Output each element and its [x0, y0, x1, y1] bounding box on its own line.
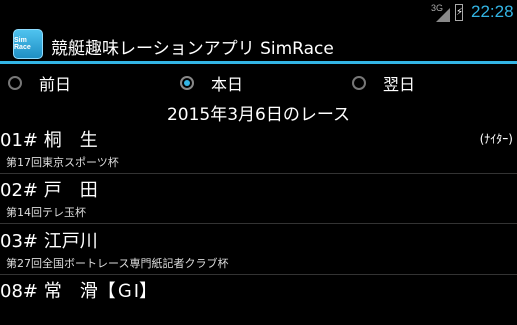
- race-list-item[interactable]: 02# 戸 田 第14回テレ玉杯: [0, 174, 517, 224]
- action-bar-divider: [0, 61, 517, 64]
- race-title: 03# 江戸川: [0, 231, 98, 252]
- date-heading: 2015年3月6日のレース: [166, 105, 351, 125]
- race-subtitle: 第17回東京スポーツ杯: [6, 156, 119, 169]
- race-title: 01# 桐 生: [0, 130, 98, 151]
- day-selector: [0, 66, 517, 100]
- app-icon-text: Sim Race: [14, 37, 31, 51]
- race-title: 02# 戸 田: [0, 180, 98, 201]
- race-list-item[interactable]: 03# 江戸川 第27回全国ボートレース専門紙記者クラブ杯: [0, 225, 517, 275]
- status-time: 22:28: [471, 2, 514, 21]
- radio-button-icon[interactable]: [352, 76, 366, 90]
- radio-button-checked-icon[interactable]: [180, 76, 194, 90]
- radio-label: 翌日: [383, 75, 416, 94]
- race-list-item[interactable]: 01# 桐 生 (ﾅｲﾀｰ) 第17回東京スポーツ杯: [0, 124, 517, 174]
- race-subtitle: 第14回テレ玉杯: [6, 206, 86, 219]
- radio-next-day[interactable]: 翌日: [352, 73, 416, 94]
- battery-icon: ⚡: [455, 4, 463, 21]
- race-list-item[interactable]: 08# 常 滑【ＧⅠ】: [0, 275, 517, 325]
- race-note: (ﾅｲﾀｰ): [479, 132, 513, 146]
- list-divider: [0, 223, 517, 224]
- radio-label: 前日: [39, 75, 72, 94]
- race-subtitle: 第27回全国ボートレース専門紙記者クラブ杯: [6, 257, 229, 270]
- app-icon[interactable]: Sim Race: [13, 29, 43, 59]
- race-title: 08# 常 滑【ＧⅠ】: [0, 281, 158, 302]
- radio-label: 本日: [211, 75, 244, 94]
- app-title: 競艇趣味レーションアプリ SimRace: [51, 39, 334, 59]
- radio-today[interactable]: 本日: [180, 73, 244, 94]
- status-bar: 3G ⚡ 22:28: [0, 0, 517, 25]
- signal-icon: [436, 8, 450, 22]
- radio-button-icon[interactable]: [8, 76, 22, 90]
- radio-previous-day[interactable]: 前日: [8, 73, 72, 94]
